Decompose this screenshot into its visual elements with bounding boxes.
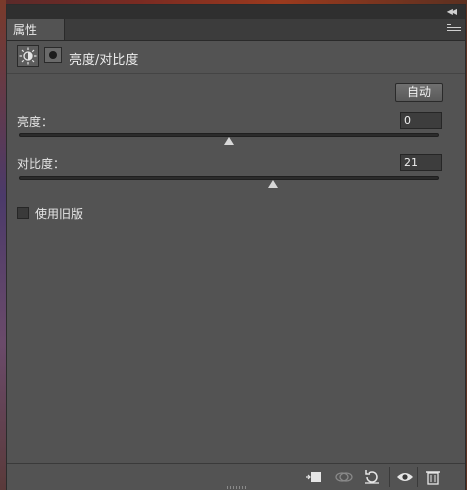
panel-titlebar: ◀◀: [7, 5, 465, 19]
collapse-icon[interactable]: ◀◀: [447, 7, 457, 16]
delete-icon[interactable]: [422, 468, 444, 486]
contrast-input[interactable]: 21: [400, 154, 442, 171]
properties-panel: ◀◀ 属性 亮度/对比度 自动 亮度： 0 对比度： 21 使用旧版: [6, 4, 466, 490]
use-legacy-label[interactable]: 使用旧版: [35, 205, 83, 222]
contrast-slider-thumb[interactable]: [268, 180, 278, 188]
contrast-label: 对比度：: [17, 157, 66, 171]
brightness-label: 亮度：: [17, 115, 54, 129]
brightness-input[interactable]: 0: [400, 112, 442, 129]
reset-icon[interactable]: [361, 468, 383, 486]
bottom-toolbar: [7, 463, 465, 490]
brightness-slider-thumb[interactable]: [224, 137, 234, 145]
resize-grip[interactable]: [227, 486, 247, 489]
panel-header-title: 亮度/对比度: [69, 53, 139, 68]
view-previous-state-icon[interactable]: [333, 468, 355, 486]
visibility-icon[interactable]: [394, 468, 416, 486]
clip-to-layer-icon[interactable]: [303, 468, 325, 486]
brightness-contrast-adjustment-icon[interactable]: [17, 45, 39, 67]
layer-mask-icon[interactable]: [44, 47, 62, 63]
menu-icon[interactable]: [447, 24, 461, 34]
use-legacy-checkbox[interactable]: [17, 207, 29, 219]
panel-header: 亮度/对比度: [7, 41, 465, 74]
auto-button[interactable]: 自动: [395, 83, 443, 102]
contrast-slider-track[interactable]: [19, 176, 439, 180]
tab-bar: 属性: [7, 19, 465, 41]
tab-properties[interactable]: 属性: [7, 19, 65, 40]
